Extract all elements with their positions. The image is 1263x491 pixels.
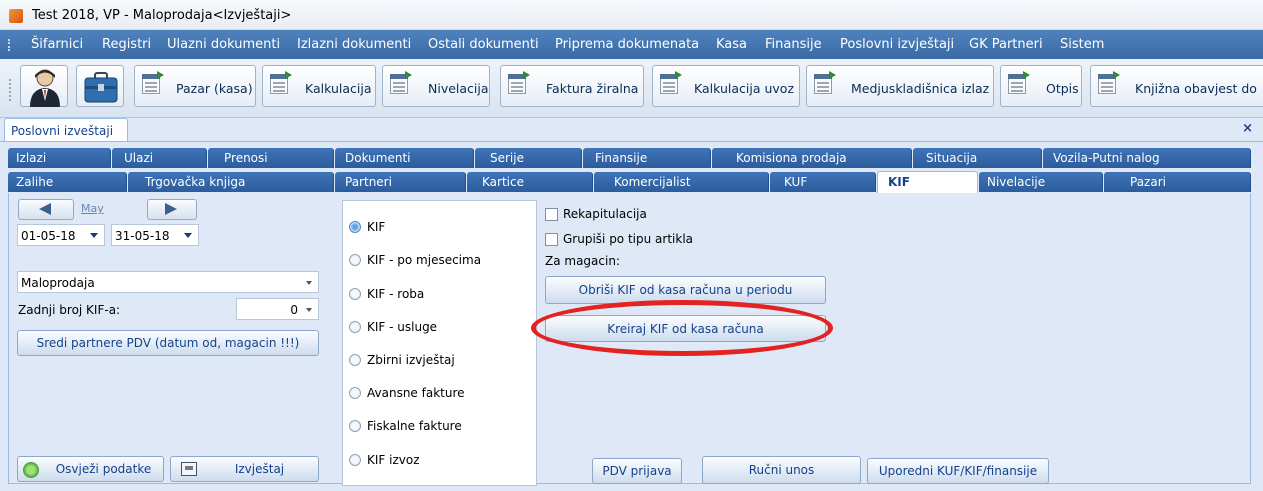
last-kif-number-input[interactable]: 0 <box>236 298 319 320</box>
red-highlight-ellipse <box>531 300 833 356</box>
tab-komercijalist[interactable]: Komercijalist <box>594 172 769 192</box>
document-icon <box>506 71 530 95</box>
menu-sistem[interactable]: Sistem <box>1060 37 1104 52</box>
title-bar: Test 2018, VP - Maloprodaja<Izvještaji> <box>0 0 1263 30</box>
refresh-data-button[interactable]: Osvježi podatke <box>17 456 164 482</box>
briefcase-icon <box>84 72 118 103</box>
tab-pazari[interactable]: Pazari <box>1104 172 1251 192</box>
printer-icon <box>181 462 197 476</box>
window-title: Test 2018, VP - Maloprodaja<Izvještaji> <box>32 8 292 23</box>
menu-poslovni-izvjestaji[interactable]: Poslovni izvještaji <box>840 37 954 52</box>
tab-nivelacije[interactable]: Nivelacije <box>979 172 1103 192</box>
app-icon <box>9 9 23 23</box>
toolbar-otpis-button[interactable]: Otpis <box>1000 65 1082 107</box>
date-to-picker[interactable]: 31-05-18 <box>111 224 199 246</box>
toolbar-grip[interactable] <box>9 79 12 101</box>
group-by-type-checkbox[interactable] <box>545 233 558 246</box>
refresh-icon <box>23 462 39 478</box>
arrow-right-icon <box>165 203 177 215</box>
menu-ulazni-dokumenti[interactable]: Ulazni dokumenti <box>167 37 280 52</box>
document-icon <box>1006 71 1030 95</box>
compare-kuf-kif-button[interactable]: Uporedni KUF/KIF/finansije <box>867 458 1049 484</box>
chevron-down-icon[interactable] <box>184 233 192 238</box>
tab-kif[interactable]: KIF <box>877 171 978 193</box>
chevron-down-icon[interactable] <box>306 308 312 312</box>
tab-partneri[interactable]: Partneri <box>335 172 466 192</box>
document-icon <box>1096 71 1120 95</box>
tab-divider <box>0 141 1263 142</box>
rekapitulacija-checkbox[interactable] <box>545 208 558 221</box>
toolbar-nivelacija-button[interactable]: Nivelacija <box>382 65 490 107</box>
document-icon <box>140 71 164 95</box>
chevron-down-icon[interactable] <box>90 233 98 238</box>
store-select[interactable]: Maloprodaja <box>17 271 319 293</box>
tab-finansije[interactable]: Finansije <box>583 148 711 168</box>
menu-priprema-dokumenata[interactable]: Priprema dokumenata <box>555 37 699 52</box>
document-icon <box>658 71 682 95</box>
menu-ostali-dokumenti[interactable]: Ostali dokumenti <box>428 37 539 52</box>
tab-prenosi[interactable]: Prenosi <box>208 148 334 168</box>
toolbar-kalkulacija-uvoz-button[interactable]: Kalkulacija uvoz <box>652 65 800 107</box>
report-tabs-row-1: Izlazi Ulazi Prenosi Dokumenti Serije Fi… <box>8 148 1251 168</box>
group-by-type-label: Grupiši po tipu artikla <box>563 232 694 246</box>
briefcase-button[interactable] <box>76 65 124 107</box>
pdv-prijava-button[interactable]: PDV prijava <box>592 458 682 484</box>
prev-month-button[interactable] <box>18 199 74 220</box>
tab-ulazi[interactable]: Ulazi <box>112 148 207 168</box>
toolbar-pazar-kasa-button[interactable]: Pazar (kasa) <box>134 65 256 107</box>
menu-kasa[interactable]: Kasa <box>716 37 747 52</box>
tab-kartice[interactable]: Kartice <box>467 172 593 192</box>
menu-finansije[interactable]: Finansije <box>765 37 822 52</box>
arrow-left-icon <box>39 203 51 215</box>
menu-izlazni-dokumenti[interactable]: Izlazni dokumenti <box>297 37 411 52</box>
manual-entry-button[interactable]: Ručni unos <box>702 456 861 484</box>
menu-sifarnici[interactable]: Šifarnici <box>31 37 83 52</box>
fix-partners-pdv-button[interactable]: Sredi partnere PDV (datum od, magacin !!… <box>17 330 319 356</box>
tab-serije[interactable]: Serije <box>475 148 582 168</box>
document-icon <box>812 71 836 95</box>
toolbar-kalkulacija-button[interactable]: Kalkulacija <box>262 65 376 107</box>
document-icon <box>268 71 292 95</box>
rekapitulacija-label: Rekapitulacija <box>563 207 647 221</box>
menu-gk-partneri[interactable]: GK Partneri <box>969 37 1043 52</box>
report-button[interactable]: Izvještaj <box>170 456 319 482</box>
report-tabs-row-2: Zalihe Trgovačka knjiga Partneri Kartice… <box>8 171 1251 193</box>
tab-trgovacka-knjiga[interactable]: Trgovačka knjiga <box>128 172 334 192</box>
tab-zalihe[interactable]: Zalihe <box>8 172 127 192</box>
tab-poslovni-izvestaji[interactable]: Poslovni izveštaji <box>4 118 128 142</box>
tab-dokumenti[interactable]: Dokumenti <box>335 148 474 168</box>
tab-kuf[interactable]: KUF <box>770 172 876 192</box>
tab-komisiona-prodaja[interactable]: Komisiona prodaja <box>712 148 912 168</box>
kif-report-type-group: KIF KIF - po mjesecima KIF - roba KIF - … <box>342 200 537 486</box>
next-month-button[interactable] <box>147 199 197 220</box>
document-icon <box>388 71 412 95</box>
chevron-down-icon[interactable] <box>306 281 312 285</box>
toolbar-knjizna-obavjest-button[interactable]: Knjižna obavjest do <box>1090 65 1263 107</box>
menu-grip[interactable] <box>8 39 11 51</box>
toolbar: Pazar (kasa) Kalkulacija Nivelacija Fakt… <box>0 59 1263 118</box>
menu-registri[interactable]: Registri <box>102 37 151 52</box>
user-icon <box>30 69 60 107</box>
date-from-picker[interactable]: 01-05-18 <box>17 224 105 246</box>
tab-vozila-putni-nalog[interactable]: Vozila-Putni nalog <box>1043 148 1251 168</box>
user-button[interactable] <box>20 65 68 107</box>
tab-situacija[interactable]: Situacija <box>913 148 1042 168</box>
last-kif-label: Zadnji broj KIF-a: <box>18 303 121 317</box>
toolbar-medjuskladisnica-izlaz-button[interactable]: Medjuskladišnica izlaz <box>806 65 994 107</box>
close-icon[interactable]: × <box>1242 121 1253 136</box>
month-label[interactable]: May <box>81 202 104 215</box>
menu-bar: Šifarnici Registri Ulazni dokumenti Izla… <box>0 30 1263 59</box>
tab-izlazi[interactable]: Izlazi <box>8 148 111 168</box>
warehouse-label: Za magacin: <box>545 254 620 268</box>
toolbar-faktura-ziralna-button[interactable]: Faktura žiralna <box>500 65 644 107</box>
